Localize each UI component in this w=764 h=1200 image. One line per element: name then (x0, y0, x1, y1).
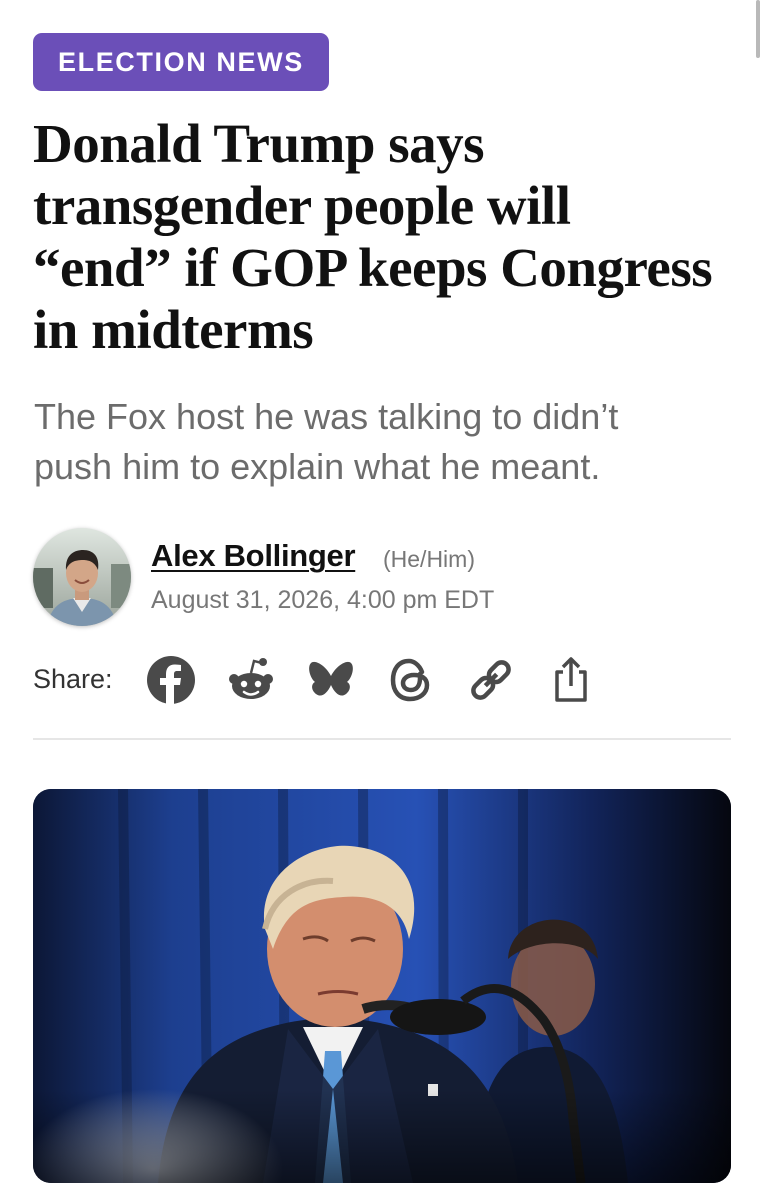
facebook-icon[interactable] (145, 654, 197, 706)
hero-photo (33, 789, 731, 1183)
share-icon[interactable] (545, 654, 597, 706)
bluesky-icon[interactable] (305, 654, 357, 706)
byline: Alex Bollinger (He/Him) August 31, 2026,… (33, 528, 733, 628)
article-headline: Donald Trump says transgender people wil… (33, 113, 733, 361)
author-name-link[interactable]: Alex Bollinger (151, 538, 356, 574)
headline-line: Donald Trump says (33, 113, 485, 174)
subheadline-line: The Fox host he was talking to didn’t (34, 396, 619, 437)
share-bar: Share: (33, 652, 733, 708)
headline-line: “end” if GOP keeps Congress (33, 237, 713, 298)
publish-date: August 31, 2026, 4:00 pm EDT (151, 586, 495, 614)
link-icon[interactable] (465, 654, 517, 706)
article-subheadline: The Fox host he was talking to didn’t pu… (34, 392, 724, 492)
page-scrollbar[interactable] (756, 0, 760, 58)
author-photo (33, 528, 131, 626)
reddit-icon[interactable] (225, 654, 277, 706)
section-divider (33, 738, 731, 740)
author-avatar[interactable] (33, 528, 131, 626)
headline-line: in midterms (33, 299, 314, 360)
share-label: Share: (33, 664, 113, 694)
threads-icon[interactable] (385, 654, 437, 706)
subheadline-line: push him to explain what he meant. (34, 446, 601, 487)
category-tag[interactable]: ELECTION NEWS (33, 33, 329, 91)
author-pronouns: (He/Him) (383, 546, 475, 572)
headline-line: transgender people will (33, 175, 571, 236)
hero-image[interactable] (33, 789, 731, 1183)
